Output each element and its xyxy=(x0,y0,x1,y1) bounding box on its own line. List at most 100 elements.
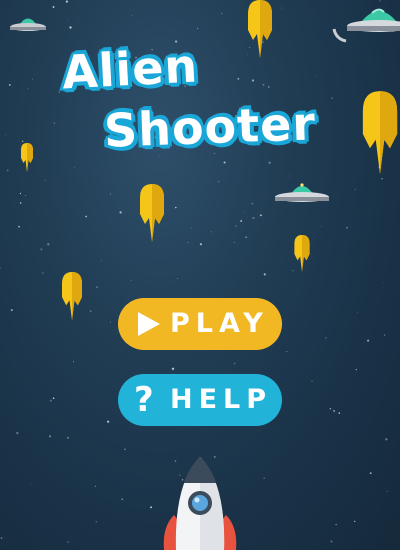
star xyxy=(384,334,386,336)
star xyxy=(101,260,102,262)
play-button-label: PLAY xyxy=(170,308,269,339)
missile-projectile xyxy=(294,235,310,272)
star xyxy=(251,79,255,82)
star xyxy=(235,225,237,227)
star xyxy=(386,490,388,492)
star xyxy=(320,226,322,228)
star xyxy=(176,278,178,279)
star xyxy=(30,484,32,485)
star xyxy=(233,242,235,243)
star xyxy=(107,420,110,423)
star xyxy=(58,91,60,93)
star xyxy=(385,438,388,441)
star xyxy=(19,192,22,195)
star xyxy=(354,188,356,191)
star xyxy=(52,6,55,8)
star xyxy=(117,548,119,550)
star xyxy=(40,248,43,251)
star xyxy=(263,273,266,276)
star xyxy=(65,0,68,3)
star xyxy=(47,243,50,246)
star xyxy=(262,83,265,86)
missile-projectile xyxy=(62,272,82,321)
star xyxy=(6,169,9,172)
star xyxy=(333,409,336,412)
star xyxy=(53,122,56,124)
star xyxy=(32,78,34,80)
star xyxy=(124,448,126,451)
star xyxy=(199,243,202,246)
star xyxy=(311,380,313,382)
star xyxy=(27,88,29,90)
star xyxy=(10,309,13,312)
missile-projectile xyxy=(21,143,33,172)
star xyxy=(52,397,55,400)
star xyxy=(197,28,199,30)
star xyxy=(131,14,133,16)
star xyxy=(96,286,98,288)
star xyxy=(237,77,240,80)
star xyxy=(171,367,175,370)
play-button[interactable]: PLAY xyxy=(118,298,282,350)
star xyxy=(67,541,69,543)
ufo-enemy xyxy=(275,183,329,202)
star xyxy=(16,431,19,435)
star xyxy=(369,472,372,475)
star xyxy=(383,282,385,284)
star xyxy=(357,312,359,313)
star xyxy=(130,280,132,282)
star xyxy=(381,178,383,180)
star xyxy=(48,435,52,438)
game-title-shooter: Shooter xyxy=(103,96,317,158)
star xyxy=(106,525,108,527)
star xyxy=(367,339,370,342)
star xyxy=(281,7,283,9)
star xyxy=(268,86,270,88)
star xyxy=(245,236,247,239)
star xyxy=(315,74,317,76)
star xyxy=(240,220,243,222)
star xyxy=(223,161,226,164)
star xyxy=(19,202,22,204)
star xyxy=(8,83,11,86)
star xyxy=(69,26,72,29)
star xyxy=(252,216,255,220)
star xyxy=(73,361,75,363)
star xyxy=(210,231,212,233)
star xyxy=(89,310,92,312)
question-mark-icon: ? xyxy=(134,380,154,420)
star xyxy=(95,521,97,523)
star xyxy=(325,337,327,339)
star xyxy=(355,368,357,371)
game-title-alien: Alien xyxy=(60,38,200,100)
missile-projectile xyxy=(140,184,164,242)
star xyxy=(85,215,88,218)
star xyxy=(335,523,337,526)
star xyxy=(286,351,288,353)
missile-projectile xyxy=(248,0,272,58)
star xyxy=(259,214,262,217)
star xyxy=(190,227,192,229)
star xyxy=(175,206,177,209)
star xyxy=(221,12,223,14)
help-button[interactable]: ? HELP xyxy=(118,374,282,426)
star xyxy=(94,485,97,488)
star xyxy=(263,477,265,479)
star xyxy=(119,211,122,214)
star xyxy=(44,180,46,181)
help-button-label: HELP xyxy=(170,384,273,415)
star xyxy=(18,225,21,228)
star xyxy=(187,241,189,244)
star xyxy=(25,195,27,197)
star xyxy=(329,407,332,410)
star xyxy=(21,140,24,142)
star xyxy=(4,134,6,136)
star xyxy=(338,412,341,414)
star xyxy=(49,399,52,402)
star xyxy=(67,436,69,439)
star xyxy=(67,20,68,21)
star xyxy=(379,0,381,2)
star xyxy=(0,537,3,539)
star xyxy=(158,155,160,157)
missile-projectile xyxy=(362,91,398,174)
